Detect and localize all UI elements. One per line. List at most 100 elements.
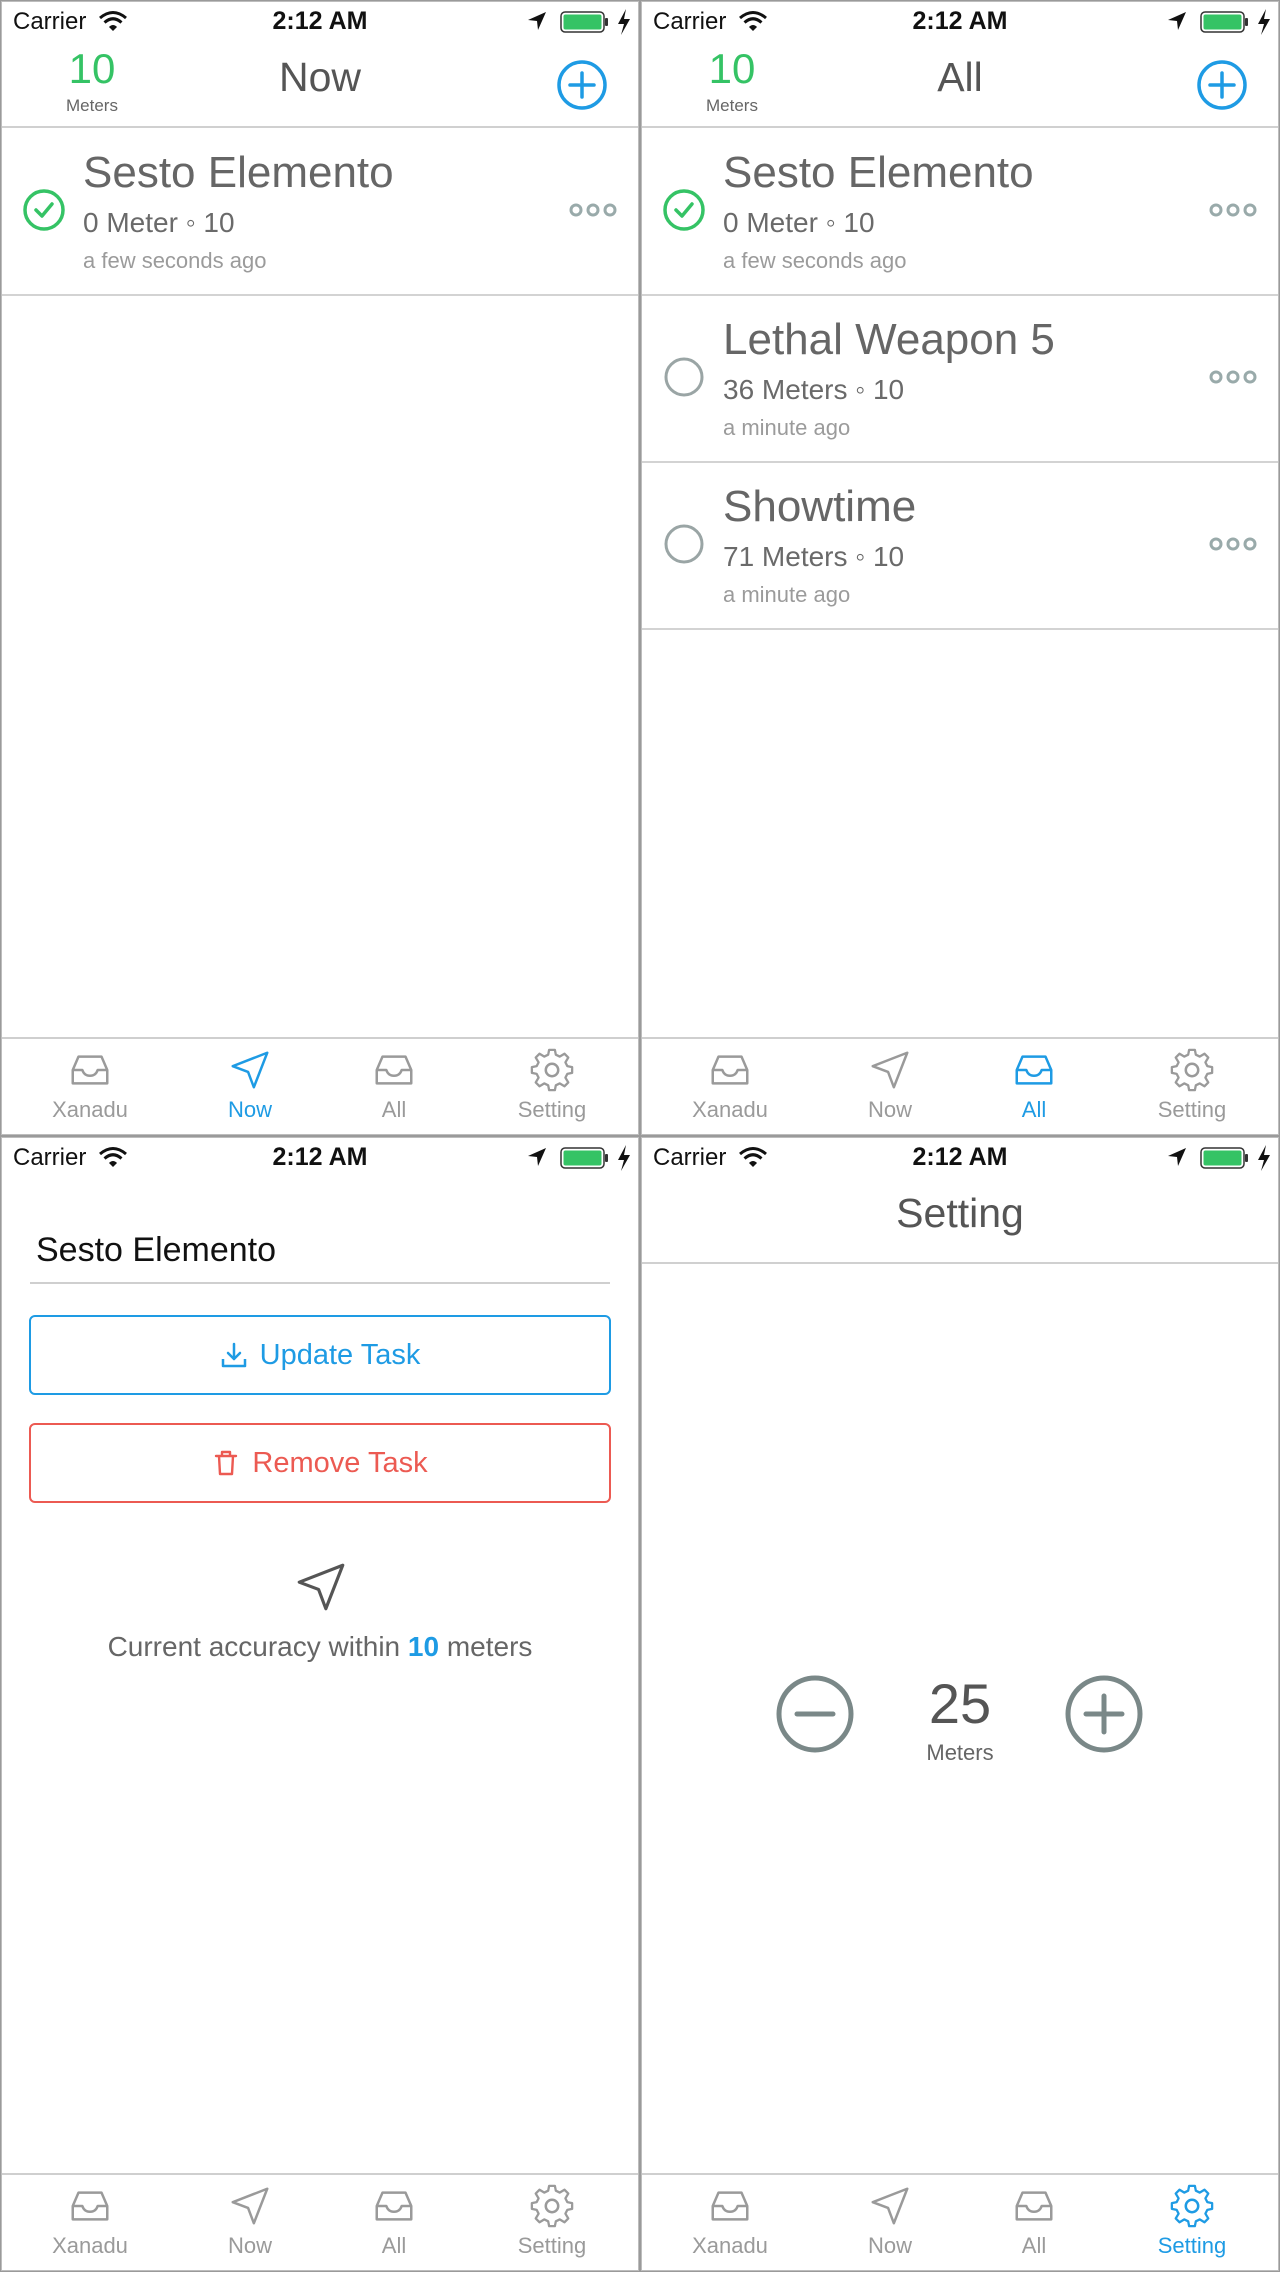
task-time: a few seconds ago: [723, 248, 907, 273]
tab-label: Setting: [1157, 2233, 1227, 2258]
trash-icon: [215, 1450, 238, 1476]
inbox-icon: [67, 1047, 113, 1093]
update-task-label: Update Task: [259, 1338, 421, 1371]
task-distance: 71 Meters ◦ 10: [723, 541, 905, 572]
charging-bolt-icon: [618, 9, 630, 35]
gear-icon: [529, 2183, 575, 2229]
tab-xanadu[interactable]: Xanadu: [30, 2183, 150, 2259]
charging-bolt-icon: [1258, 1145, 1270, 1171]
gear-icon: [1169, 2183, 1215, 2229]
tab-bar: Xanadu Now All Setting: [2, 2173, 638, 2270]
tab-xanadu[interactable]: Xanadu: [670, 1047, 790, 1123]
location-arrow-icon: [528, 12, 546, 30]
task-distance: 36 Meters ◦ 10: [723, 374, 905, 405]
task-row[interactable]: Lethal Weapon 5 36 Meters ◦ 10 a minute …: [642, 295, 1278, 463]
tab-all[interactable]: All: [334, 2183, 454, 2259]
tab-all[interactable]: All: [974, 2183, 1094, 2259]
page-title: Setting: [896, 1190, 1024, 1236]
tab-label: Setting: [1157, 1097, 1227, 1122]
nav-bar: Setting: [642, 1178, 1278, 1264]
screen-all: Carrier 2:12 AM 10 Meters All Sesto Elem…: [641, 1, 1279, 1135]
tab-now[interactable]: Now: [190, 2183, 310, 2259]
screen-now: Carrier 2:12 AM 10 Meters Now Sesto Elem…: [1, 1, 639, 1135]
status-bar: Carrier 2:12 AM: [2, 1138, 638, 1178]
more-options-icon[interactable]: [1208, 534, 1258, 554]
tab-setting[interactable]: Setting: [1132, 2183, 1252, 2259]
task-time: a minute ago: [723, 582, 851, 607]
task-name-input[interactable]: [30, 1218, 610, 1284]
tab-label: Xanadu: [692, 1097, 768, 1122]
tab-label: All: [1021, 1097, 1047, 1122]
tab-setting[interactable]: Setting: [492, 2183, 612, 2259]
radius-number: 25: [928, 1672, 992, 1735]
tab-label: Now: [227, 2233, 272, 2258]
empty-circle-icon[interactable]: [662, 355, 706, 399]
inbox-icon: [371, 1047, 417, 1093]
task-distance: 0 Meter ◦ 10: [723, 207, 875, 238]
more-options-icon[interactable]: [568, 200, 618, 220]
nav-bar: 10 Meters All: [642, 42, 1278, 128]
tab-bar: Xanadu Now All Setting: [2, 1037, 638, 1134]
battery-icon: [560, 11, 608, 33]
tab-now[interactable]: Now: [830, 2183, 950, 2259]
location-arrow-icon: [1168, 12, 1186, 30]
task-row[interactable]: Sesto Elemento 0 Meter ◦ 10 a few second…: [642, 128, 1278, 296]
download-icon: [221, 1342, 246, 1368]
status-bar: Carrier 2:12 AM: [2, 2, 638, 42]
tab-label: Xanadu: [52, 2233, 128, 2258]
nav-bar: 10 Meters Now: [2, 42, 638, 128]
tab-now[interactable]: Now: [830, 1047, 950, 1123]
location-arrow-icon: [528, 1148, 546, 1166]
accuracy-suffix: meters: [446, 1631, 533, 1662]
status-bar: Carrier 2:12 AM: [642, 1138, 1278, 1178]
tab-setting[interactable]: Setting: [1132, 1047, 1252, 1123]
status-bar: Carrier 2:12 AM: [642, 2, 1278, 42]
inbox-icon: [371, 2183, 417, 2229]
tab-label: Setting: [517, 1097, 587, 1122]
navigation-arrow-icon: [292, 1558, 350, 1616]
tab-bar: Xanadu Now All Setting: [642, 2173, 1278, 2270]
tab-label: Now: [867, 1097, 912, 1122]
radius-value: 25 Meters: [862, 1676, 1058, 1766]
navigation-arrow-icon: [867, 2183, 913, 2229]
tab-xanadu[interactable]: Xanadu: [30, 1047, 150, 1123]
remove-task-label: Remove Task: [252, 1446, 428, 1479]
decrease-radius-button[interactable]: [775, 1674, 855, 1754]
tab-all[interactable]: All: [974, 1047, 1094, 1123]
inbox-icon: [707, 1047, 753, 1093]
inbox-icon: [67, 2183, 113, 2229]
gear-icon: [529, 1047, 575, 1093]
task-title: Sesto Elemento: [723, 148, 1034, 197]
more-options-icon[interactable]: [1208, 200, 1258, 220]
check-circle-icon[interactable]: [22, 188, 66, 232]
add-task-button[interactable]: [1196, 59, 1248, 111]
location-arrow-icon: [1168, 1148, 1186, 1166]
more-options-icon[interactable]: [1208, 367, 1258, 387]
increase-radius-button[interactable]: [1064, 1674, 1144, 1754]
tab-label: Now: [867, 2233, 912, 2258]
navigation-arrow-icon: [227, 1047, 273, 1093]
task-distance: 0 Meter ◦ 10: [83, 207, 235, 238]
tab-label: All: [381, 2233, 407, 2258]
tab-now[interactable]: Now: [190, 1047, 310, 1123]
charging-bolt-icon: [618, 1145, 630, 1171]
radius-unit: Meters: [926, 1740, 994, 1765]
remove-task-button[interactable]: Remove Task: [29, 1423, 611, 1503]
tab-all[interactable]: All: [334, 1047, 454, 1123]
inbox-icon: [1011, 2183, 1057, 2229]
tab-setting[interactable]: Setting: [492, 1047, 612, 1123]
tab-xanadu[interactable]: Xanadu: [670, 2183, 790, 2259]
task-title: Lethal Weapon 5: [723, 315, 1055, 364]
task-row[interactable]: Showtime 71 Meters ◦ 10 a minute ago: [642, 462, 1278, 630]
battery-icon: [1200, 1147, 1248, 1169]
update-task-button[interactable]: Update Task: [29, 1315, 611, 1395]
inbox-icon: [1011, 1047, 1057, 1093]
check-circle-icon[interactable]: [662, 188, 706, 232]
add-task-button[interactable]: [556, 59, 608, 111]
task-row[interactable]: Sesto Elemento 0 Meter ◦ 10 a few second…: [2, 128, 638, 296]
tab-label: Now: [227, 1097, 272, 1122]
accuracy-prefix: Current accuracy within: [107, 1631, 401, 1662]
task-title: Sesto Elemento: [83, 148, 394, 197]
empty-circle-icon[interactable]: [662, 522, 706, 566]
screen-edit-task: Carrier 2:12 AM Update Task Remove Task …: [1, 1137, 639, 2271]
